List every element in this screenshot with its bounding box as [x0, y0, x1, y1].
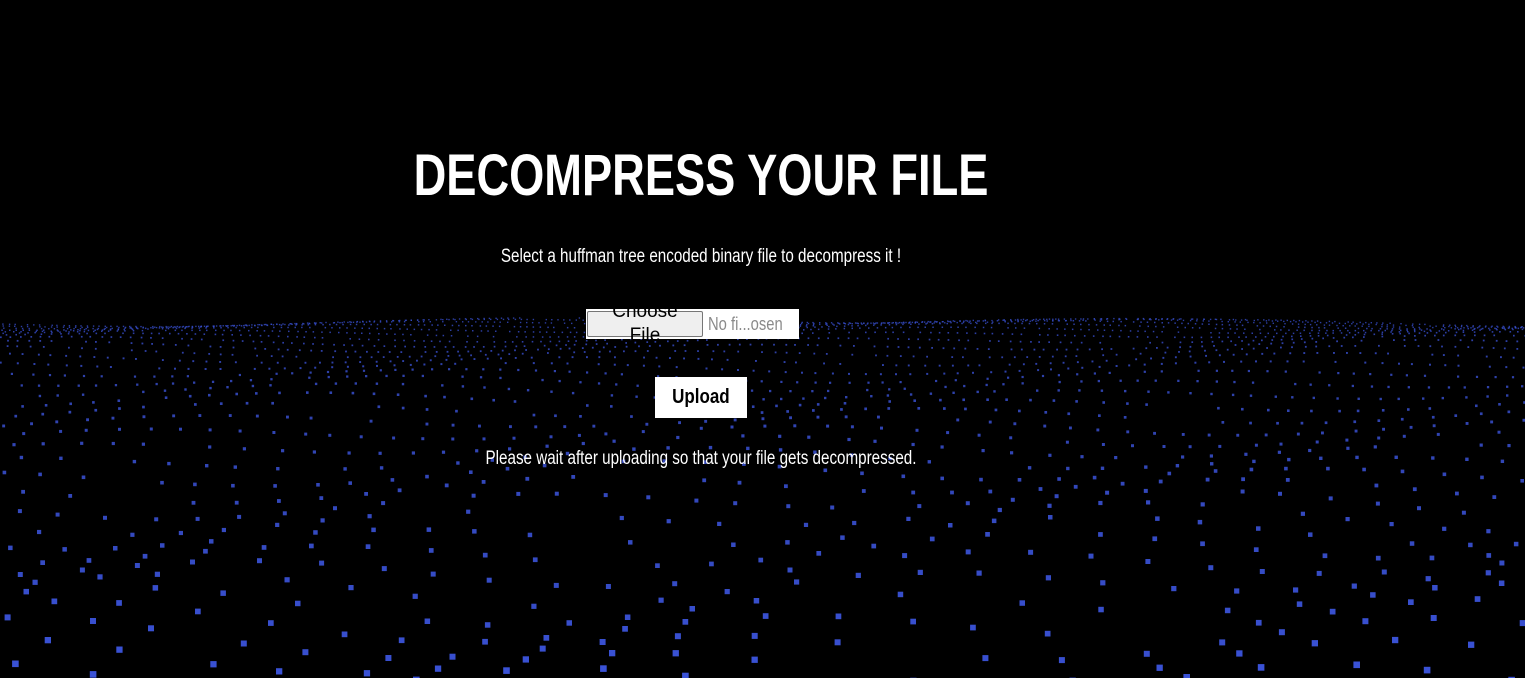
upload-button[interactable]: Upload: [655, 377, 747, 418]
upload-button-label: Upload: [672, 386, 730, 408]
page-stage: DECOMPRESS YOUR FILE Select a huffman tr…: [0, 0, 1525, 678]
page-title: DECOMPRESS YOUR FILE: [413, 143, 989, 208]
choose-file-button[interactable]: Choose File: [587, 301, 703, 346]
file-status-text: No fi...osen: [707, 313, 783, 334]
file-input[interactable]: Choose File No fi...osen: [586, 301, 799, 346]
decompress-form: DECOMPRESS YOUR FILE Select a huffman tr…: [0, 0, 1402, 678]
page-subtitle: Select a huffman tree encoded binary fil…: [500, 246, 902, 267]
upload-note: Please wait after uploading so that your…: [485, 448, 917, 469]
